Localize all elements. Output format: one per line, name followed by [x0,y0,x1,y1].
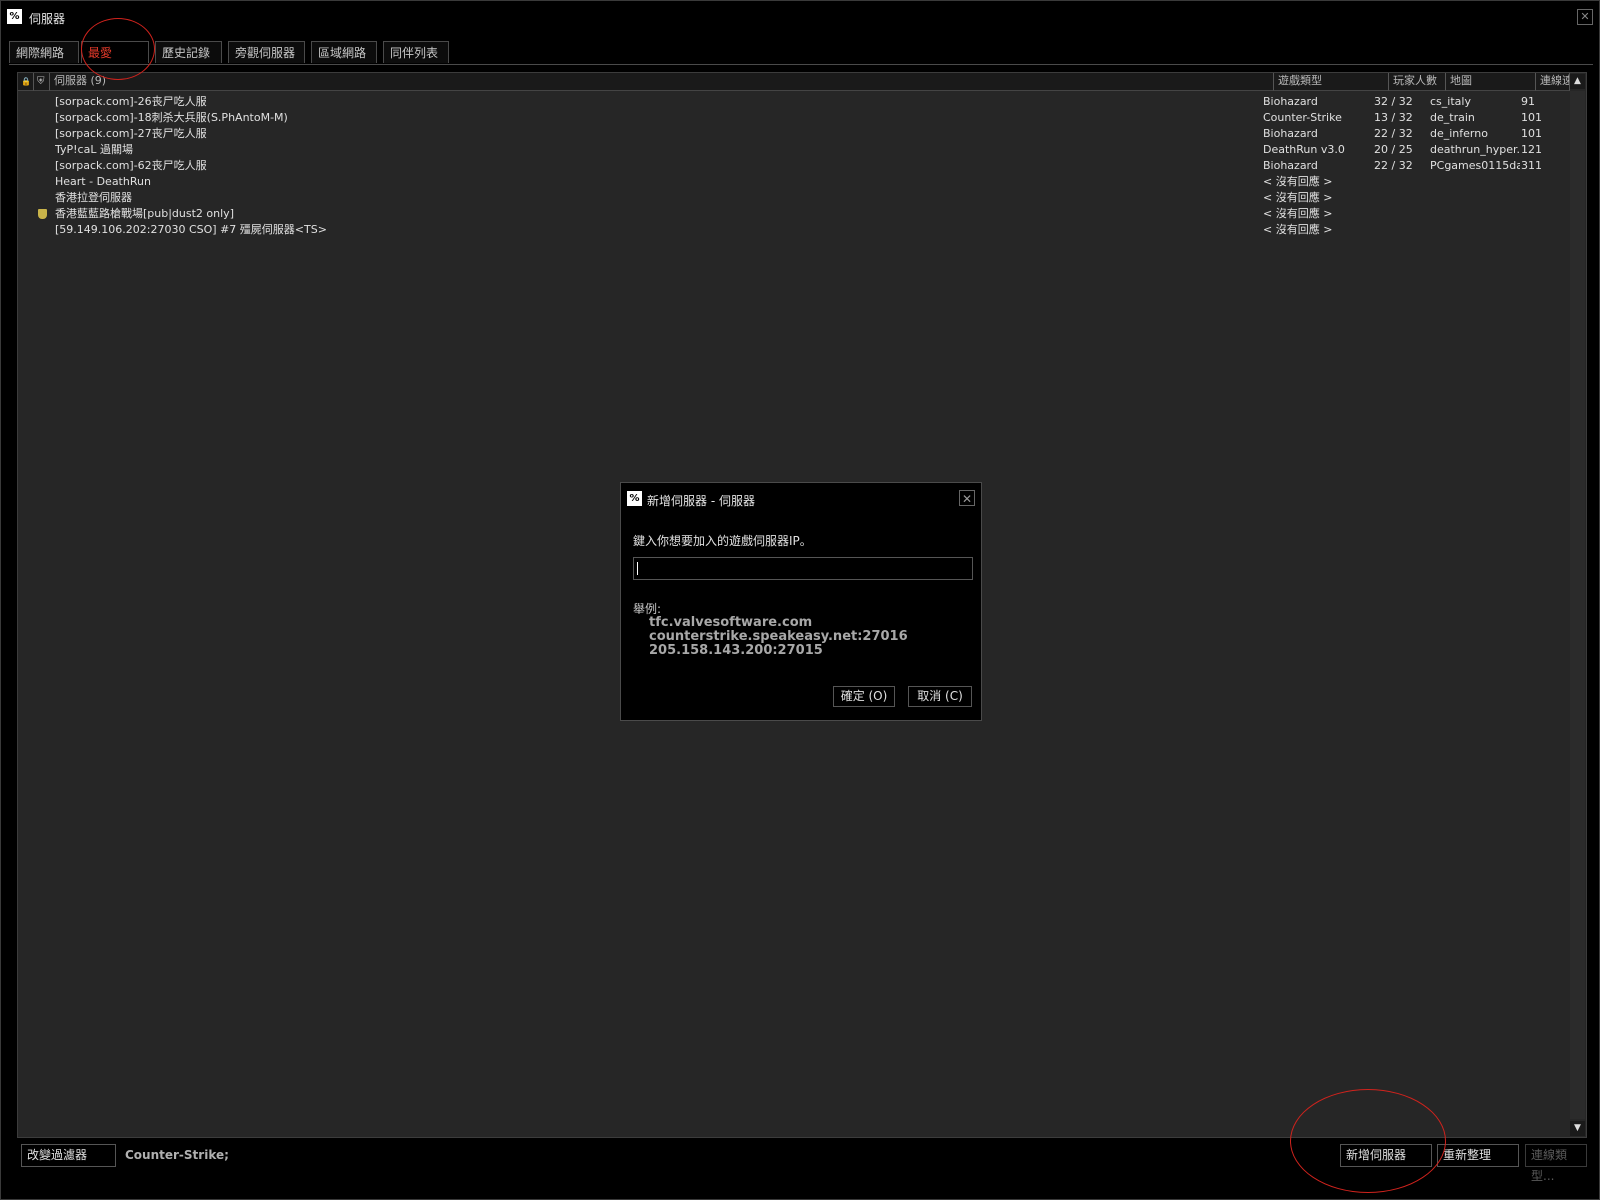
server-game: Biohazard [1263,127,1318,140]
game-column-header[interactable]: 遊戲類型 [1274,73,1389,91]
tab-spectate[interactable]: 旁觀伺服器 [228,41,305,63]
refresh-button[interactable]: 重新整理 [1437,1144,1519,1167]
server-players: 13 / 32 [1374,111,1413,124]
shield-icon: ⛨ [37,76,45,87]
app-icon: % [7,9,22,24]
map-column-header[interactable]: 地圖 [1446,73,1536,91]
add-server-button[interactable]: 新增伺服器 [1340,1144,1432,1167]
server-name: Heart - DeathRun [55,175,151,188]
server-name: [sorpack.com]-26丧尸吃人服 [55,95,207,108]
tab-favorites[interactable]: 最愛 [81,41,149,63]
server-row[interactable]: [sorpack.com]-62丧尸吃人服 Biohazard 22 / 32 … [18,158,1570,174]
text-caret [637,562,638,575]
lock-column-header[interactable]: 🔒 [18,73,34,91]
tab-internet[interactable]: 網際網路 [9,41,79,63]
tab-friends[interactable]: 同伴列表 [383,41,449,63]
scroll-down-icon[interactable]: ▼ [1570,1121,1585,1136]
example-line: tfc.valvesoftware.com [649,615,813,630]
lock-icon: 🔒 [21,77,31,86]
server-browser-window: % 伺服器 ✕ 網際網路 最愛 歷史記錄 旁觀伺服器 區域網路 同伴列表 🔒 ⛨… [0,0,1600,1200]
change-filter-button[interactable]: 改變過濾器 [21,1144,116,1167]
server-game: Counter-Strike [1263,111,1342,124]
close-icon[interactable]: ✕ [1577,9,1593,25]
server-latency: 101 [1521,127,1542,140]
players-column-header[interactable]: 玩家人數 [1389,73,1446,91]
server-players: 22 / 32 [1374,159,1413,172]
server-latency: 311 [1521,159,1542,172]
server-row[interactable]: 香港藍藍路槍戰場[pub|dust2 only] < 沒有回應 > [18,206,1570,222]
server-latency: 101 [1521,111,1542,124]
example-line: counterstrike.speakeasy.net:27016 [649,629,908,644]
server-row[interactable]: [sorpack.com]-18刺杀大兵服(S.PhAntoM-M) Count… [18,110,1570,126]
window-title: 伺服器 [29,12,66,26]
tab-history[interactable]: 歷史記錄 [155,41,222,63]
server-game: < 沒有回應 > [1263,207,1333,220]
server-game: < 沒有回應 > [1263,223,1333,236]
server-name: TyP!caL 過關場 [55,143,133,156]
scrollbar-track[interactable] [1570,91,1585,1119]
server-row[interactable]: Heart - DeathRun < 沒有回應 > [18,174,1570,190]
ok-button[interactable]: 確定 (O) [833,686,895,707]
server-game: DeathRun v3.0 [1263,143,1345,156]
connect-type-button[interactable]: 連線類型... [1525,1144,1587,1183]
scroll-up-icon[interactable]: ▲ [1570,74,1585,89]
server-game: < 沒有回應 > [1263,191,1333,204]
server-players: 32 / 32 [1374,95,1413,108]
server-map: cs_italy [1430,95,1471,108]
server-map: PCgames0115dao [1430,159,1520,172]
add-server-dialog: % 新增伺服器 - 伺服器 ✕ 鍵入你想要加入的遊戲伺服器IP。 舉例: tfc… [620,482,982,721]
dialog-prompt: 鍵入你想要加入的遊戲伺服器IP。 [633,534,812,548]
server-latency: 121 [1521,143,1542,156]
server-name: 香港藍藍路槍戰場[pub|dust2 only] [55,207,234,220]
server-map: deathrun_hyper... [1430,143,1520,156]
server-row[interactable]: 香港拉登伺服器 < 沒有回應 > [18,190,1570,206]
tab-lan[interactable]: 區域網路 [311,41,377,63]
server-row[interactable]: TyP!caL 過關場 DeathRun v3.0 20 / 25 deathr… [18,142,1570,158]
title-bar[interactable]: % 伺服器 ✕ [1,1,1599,35]
server-map: de_inferno [1430,127,1488,140]
server-map: de_train [1430,111,1475,124]
latency-column-header[interactable]: 連線速率 [1536,73,1570,91]
server-players: 22 / 32 [1374,127,1413,140]
dialog-app-icon: % [627,491,642,506]
server-row[interactable]: [sorpack.com]-27丧尸吃人服 Biohazard 22 / 32 … [18,126,1570,142]
server-latency: 91 [1521,95,1535,108]
cancel-button[interactable]: 取消 (C) [908,686,972,707]
server-players: 20 / 25 [1374,143,1413,156]
tab-divider [9,64,1593,65]
secure-server-icon [38,209,47,219]
dialog-close-icon[interactable]: ✕ [959,490,975,506]
dialog-title: 新增伺服器 - 伺服器 [647,494,755,508]
example-line: 205.158.143.200:27015 [649,643,823,658]
server-row[interactable]: [sorpack.com]-26丧尸吃人服 Biohazard 32 / 32 … [18,94,1570,110]
bottom-bar: 改變過濾器 Counter-Strike; 新增伺服器 重新整理 連線類型... [17,1138,1587,1183]
server-name: 香港拉登伺服器 [55,191,132,204]
server-name: [sorpack.com]-18刺杀大兵服(S.PhAntoM-M) [55,111,288,124]
secure-column-header[interactable]: ⛨ [34,73,50,91]
server-column-header[interactable]: 伺服器 (9) [50,73,1274,91]
server-game: < 沒有回應 > [1263,175,1333,188]
server-row[interactable]: [59.149.106.202:27030 CSO] #7 殭屍伺服器<TS> … [18,222,1570,238]
server-game: Biohazard [1263,95,1318,108]
server-game: Biohazard [1263,159,1318,172]
server-name: [59.149.106.202:27030 CSO] #7 殭屍伺服器<TS> [55,223,327,236]
server-ip-input[interactable] [633,557,973,580]
server-name: [sorpack.com]-27丧尸吃人服 [55,127,207,140]
filter-summary: Counter-Strike; [125,1148,229,1162]
server-name: [sorpack.com]-62丧尸吃人服 [55,159,207,172]
